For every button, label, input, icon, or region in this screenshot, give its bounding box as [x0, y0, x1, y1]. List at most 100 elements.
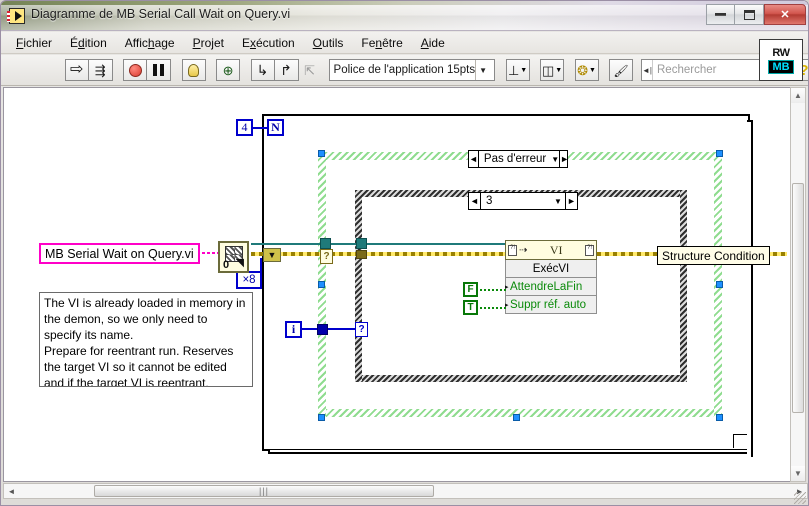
- distribute-group: ▼: [540, 59, 565, 81]
- for-loop-resize-corner[interactable]: [733, 434, 747, 448]
- menu-execution[interactable]: Exécution: [233, 34, 304, 52]
- menu-aide[interactable]: Aide: [412, 34, 454, 52]
- selection-handle-bottom-right[interactable]: [716, 414, 723, 421]
- vertical-scroll-thumb[interactable]: [792, 183, 804, 413]
- vertical-scrollbar[interactable]: ▲ ▼: [790, 87, 806, 482]
- chevron-down-icon: ▼: [520, 66, 528, 74]
- menu-fenetre[interactable]: Fenêtre: [352, 34, 411, 52]
- tunnel-reference-outer[interactable]: [320, 238, 331, 249]
- window-title: Diagramme de MB Serial Call Wait on Quer…: [31, 7, 291, 21]
- retain-wire-values-button[interactable]: [216, 59, 241, 81]
- maximize-button[interactable]: [735, 4, 764, 25]
- block-diagram-canvas[interactable]: 4 N ◄ Pas d'erreur ▼ ► ◄ 3 ▼ ► ▼ ? i ? ?…: [3, 87, 792, 482]
- error-wire-dropdown-icon[interactable]: ▼: [263, 248, 281, 262]
- vi-node-param-wait[interactable]: AttendreLaFin: [505, 278, 597, 296]
- case-structure-inner-border-left[interactable]: [355, 190, 362, 382]
- title-bar[interactable]: Diagramme de MB Serial Call Wait on Quer…: [1, 1, 808, 31]
- reorder-button[interactable]: ▼: [574, 59, 599, 81]
- menu-outils[interactable]: Outils: [304, 34, 353, 52]
- run-controls-group: [64, 59, 113, 81]
- wire-constant-to-n[interactable]: [253, 127, 267, 129]
- tunnel-reference-inner[interactable]: [356, 238, 367, 249]
- pause-button[interactable]: [147, 59, 172, 81]
- open-vi-reference-index: 0: [223, 259, 230, 271]
- wire-true-to-dispose[interactable]: [480, 307, 506, 309]
- run-arrow-icon: [70, 62, 83, 78]
- horizontal-scroll-thumb[interactable]: |||: [94, 485, 434, 497]
- wire-vi-reference[interactable]: [251, 243, 511, 245]
- close-icon: ✕: [780, 9, 790, 21]
- chevron-down-icon: ▼: [555, 66, 563, 74]
- loop-count-terminal[interactable]: N: [267, 119, 284, 136]
- case-selector-inner-label: 3: [486, 195, 493, 207]
- horizontal-scrollbar[interactable]: ◄ ||| ►: [3, 483, 808, 499]
- wire-iteration-to-selector[interactable]: [302, 328, 358, 330]
- selection-handle-top-left[interactable]: [318, 150, 325, 157]
- brand-logo-top: RW: [772, 46, 790, 59]
- wire-false-to-wait[interactable]: [480, 289, 506, 291]
- tunnel-selector-outer[interactable]: [317, 324, 328, 335]
- menu-edition[interactable]: Édition: [61, 34, 116, 52]
- vi-node-method[interactable]: ExécVI: [505, 260, 597, 278]
- menu-projet[interactable]: Projet: [184, 34, 233, 52]
- minimize-button[interactable]: [706, 4, 735, 25]
- chevron-down-icon[interactable]: ▼: [551, 155, 559, 164]
- reference-options-constant[interactable]: ×8: [236, 271, 262, 289]
- pause-icon: [153, 64, 165, 76]
- case-next-icon[interactable]: ►: [559, 151, 569, 167]
- case-selector-inner[interactable]: ◄ 3 ▼ ►: [468, 192, 578, 210]
- run-continuously-icon: [95, 64, 106, 77]
- open-vi-reference-node[interactable]: 0 ◥: [218, 241, 249, 273]
- menu-fichier[interactable]: Fichier: [7, 34, 61, 52]
- selection-handle-middle-right[interactable]: [716, 281, 723, 288]
- run-continuously-button[interactable]: [88, 59, 113, 81]
- diagram-comment[interactable]: The VI is already loaded in memory in th…: [39, 292, 253, 387]
- font-selector[interactable]: Police de l'application 15pts ▼: [328, 59, 496, 81]
- false-constant[interactable]: F: [463, 282, 478, 297]
- selection-handle-middle-left[interactable]: [318, 281, 325, 288]
- scroll-down-icon[interactable]: ▼: [791, 466, 805, 481]
- abort-execution-button[interactable]: [123, 59, 148, 81]
- step-over-button[interactable]: [274, 59, 299, 81]
- vi-name-string-constant[interactable]: MB Serial Wait on Query.vi: [39, 243, 200, 264]
- align-objects-icon: [508, 64, 519, 77]
- scroll-left-icon[interactable]: ◄: [4, 484, 19, 498]
- window-resize-grip[interactable]: [794, 492, 806, 504]
- tunnel-error-inner[interactable]: [356, 250, 367, 259]
- case-structure-inner-border-bottom[interactable]: [355, 375, 687, 382]
- tunnel-error-outer[interactable]: ?: [320, 249, 333, 264]
- clean-up-diagram-button[interactable]: [609, 59, 633, 81]
- true-constant[interactable]: T: [463, 300, 478, 315]
- selection-handle-bottom-left[interactable]: [318, 414, 325, 421]
- case-structure-outer-border-bottom[interactable]: [318, 409, 722, 417]
- reorder-icon: [577, 64, 588, 77]
- close-button[interactable]: ✕: [764, 4, 806, 25]
- case-structure-inner-border-right[interactable]: [680, 190, 687, 382]
- search-scope-icon[interactable]: ◄|: [642, 60, 653, 80]
- iteration-terminal[interactable]: i: [285, 321, 302, 338]
- call-by-reference-node[interactable]: ?! ⇢ VI ?! ExécVI AttendreLaFin Suppr ré…: [505, 240, 597, 314]
- align-objects-button[interactable]: ▼: [505, 59, 530, 81]
- selection-handle-bottom-center[interactable]: [513, 414, 520, 421]
- highlight-execution-button[interactable]: [181, 59, 206, 81]
- case-selector-terminal[interactable]: ?: [355, 322, 368, 337]
- menu-affichage[interactable]: Affichage: [116, 34, 184, 52]
- chevron-down-icon[interactable]: ▼: [475, 60, 490, 80]
- step-into-button[interactable]: [250, 59, 275, 81]
- case-selector-outer[interactable]: ◄ Pas d'erreur ▼ ►: [468, 150, 569, 168]
- case-prev-icon[interactable]: ◄: [469, 151, 479, 167]
- vi-node-param-dispose[interactable]: Suppr réf. auto: [505, 296, 597, 314]
- scroll-up-icon[interactable]: ▲: [791, 88, 805, 103]
- probe-retain-icon: [223, 64, 234, 77]
- case-prev-icon[interactable]: ◄: [469, 193, 481, 209]
- distribute-objects-button[interactable]: ▼: [540, 59, 565, 81]
- chevron-down-icon[interactable]: ▼: [551, 197, 565, 206]
- case-next-icon[interactable]: ►: [565, 193, 577, 209]
- run-button[interactable]: [64, 59, 89, 81]
- selection-handle-top-right[interactable]: [716, 150, 723, 157]
- maximize-icon: [743, 9, 755, 20]
- vi-node-header: ?! ⇢ VI ?!: [505, 240, 597, 260]
- brand-logo-bottom: MB: [768, 59, 794, 74]
- loop-count-constant[interactable]: 4: [236, 119, 253, 136]
- step-out-button[interactable]: [299, 59, 321, 81]
